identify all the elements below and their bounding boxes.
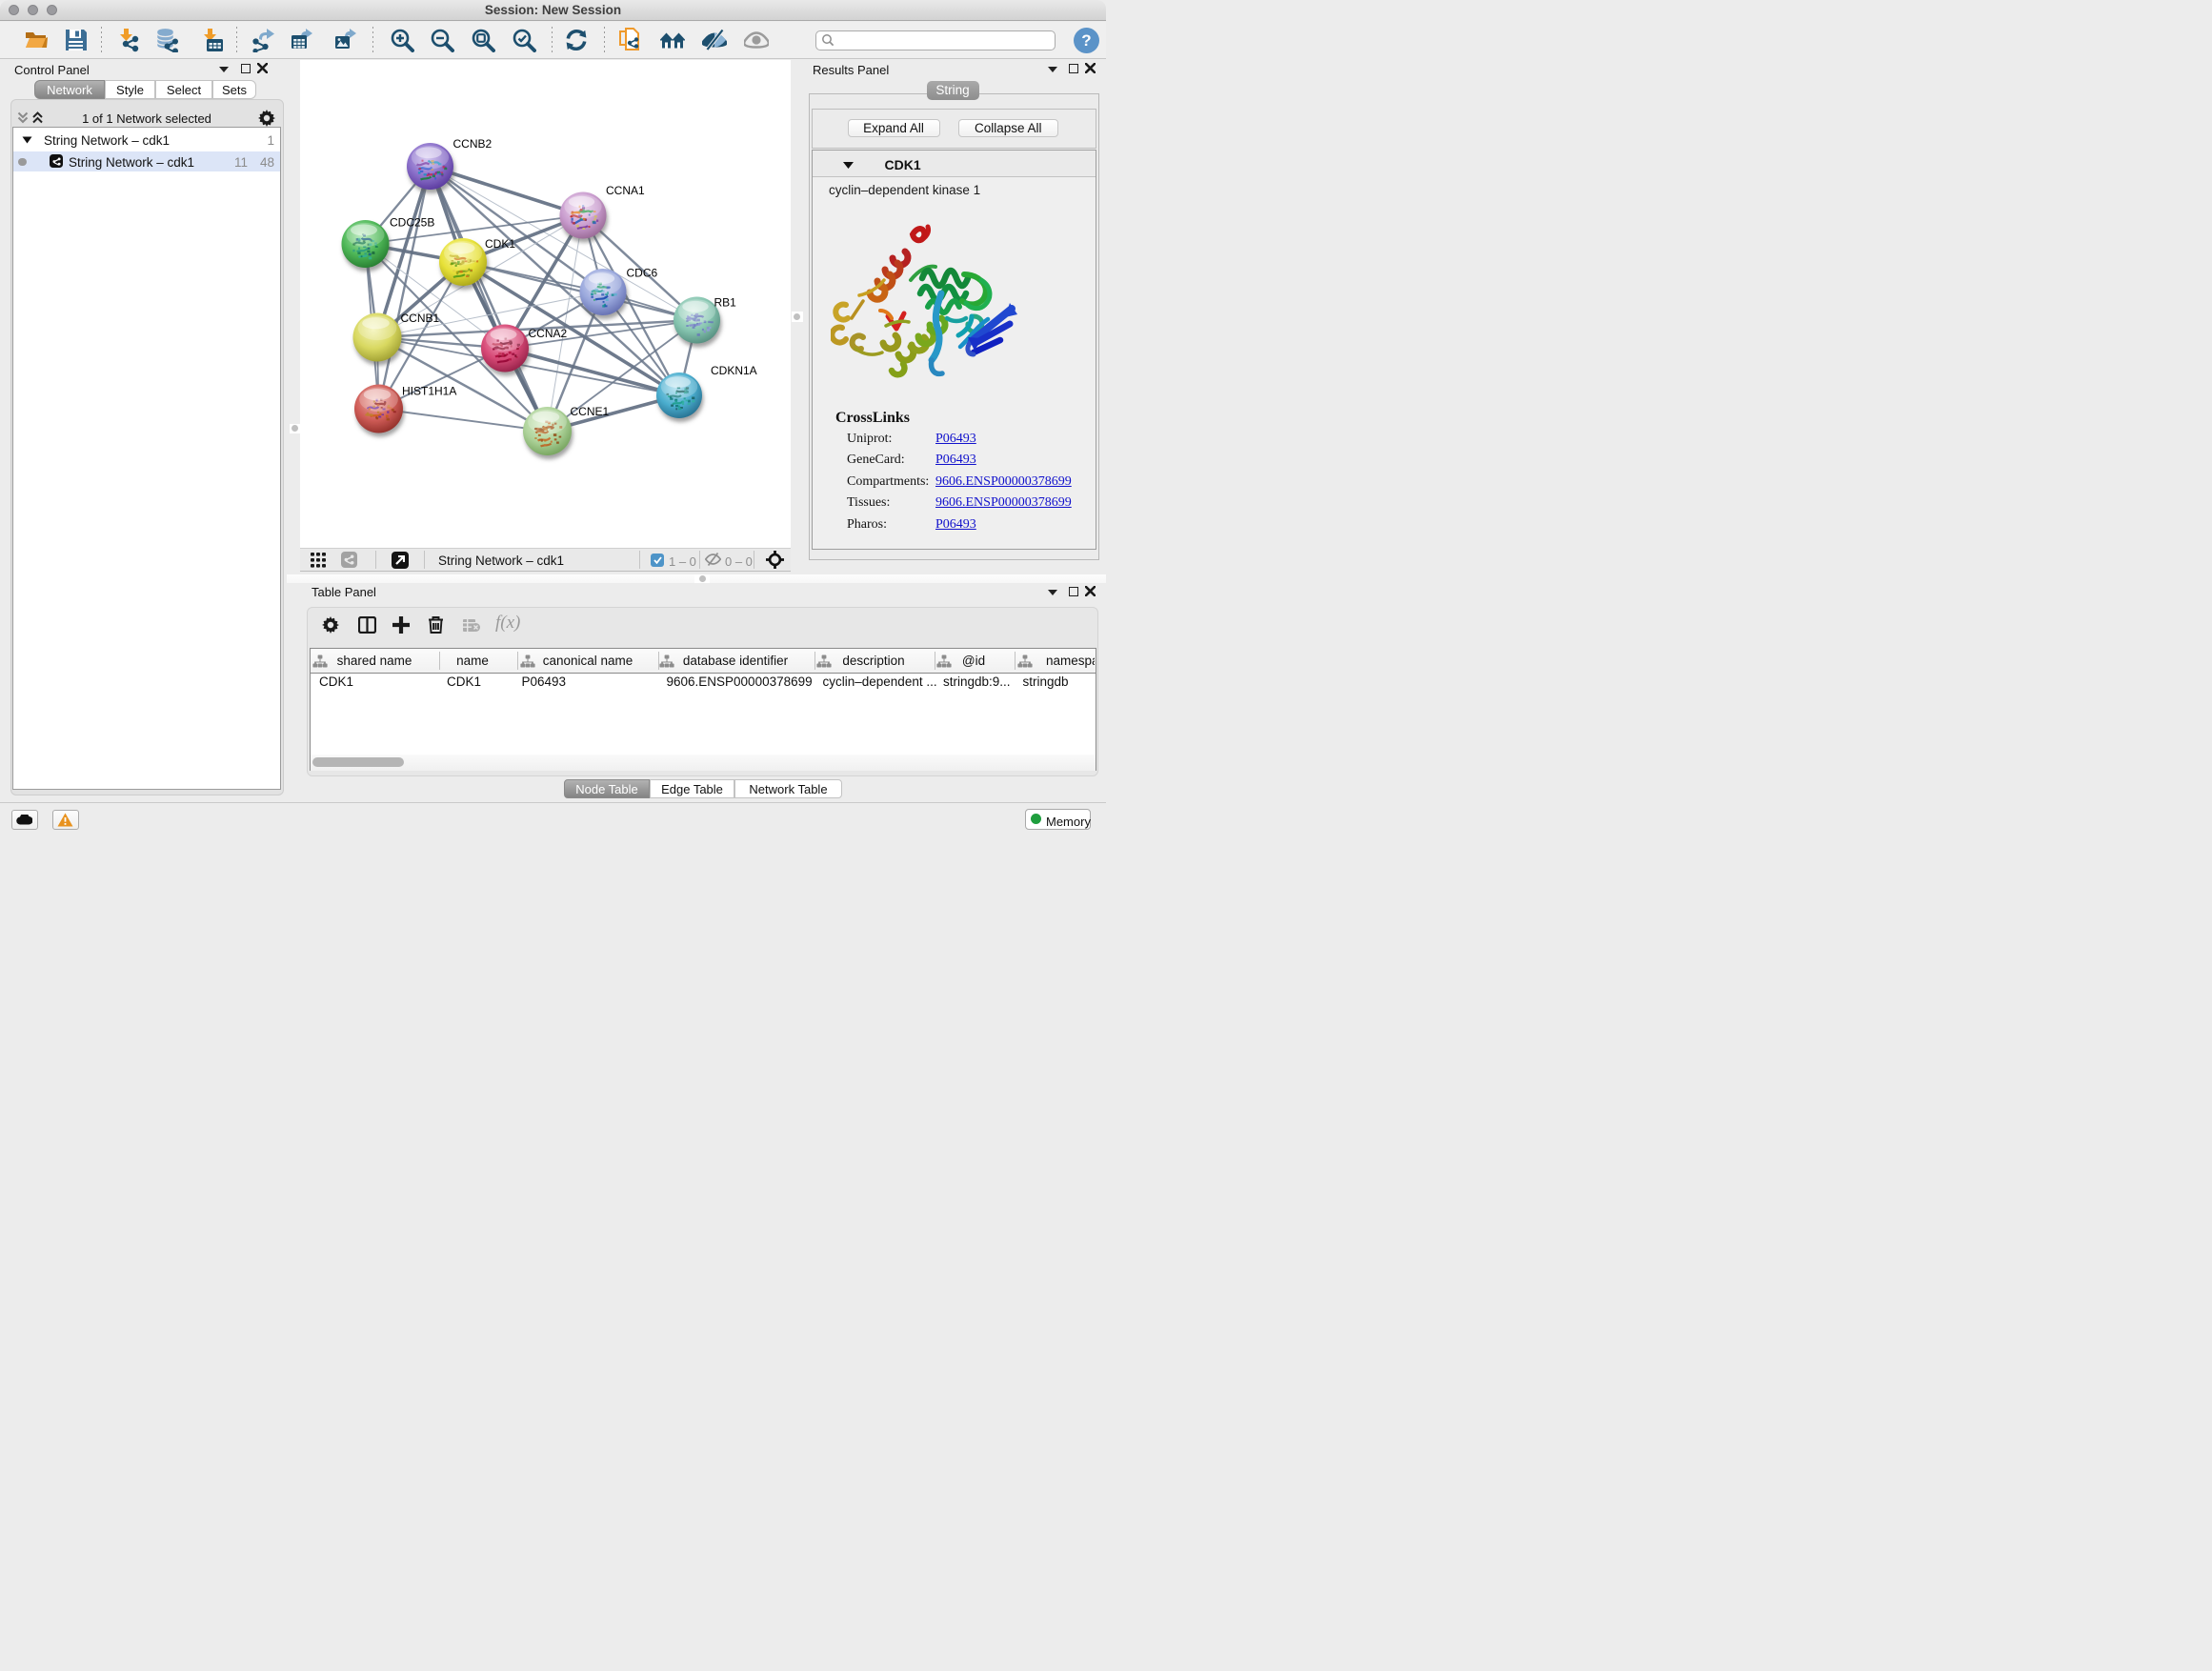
svg-text:CCNA2: CCNA2 [528,327,567,340]
svg-text:CDK1: CDK1 [485,237,515,251]
svg-text:RB1: RB1 [714,296,736,310]
svg-text:CDKN1A: CDKN1A [711,364,757,377]
svg-text:CCNA1: CCNA1 [606,184,645,197]
svg-text:CCNE1: CCNE1 [570,405,609,418]
svg-text:CCNB2: CCNB2 [452,137,492,151]
svg-text:CCNB1: CCNB1 [400,312,439,325]
svg-text:CDC25B: CDC25B [390,216,434,230]
svg-text:HIST1H1A: HIST1H1A [402,385,456,398]
svg-text:CDC6: CDC6 [626,267,657,280]
